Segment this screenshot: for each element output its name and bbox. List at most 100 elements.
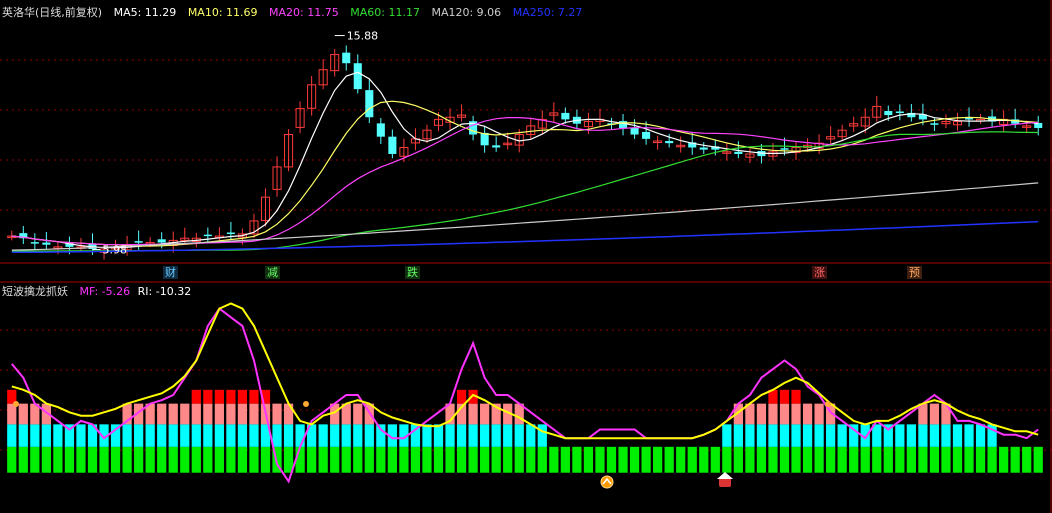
- signal-dot-icon: [825, 401, 831, 407]
- indicator-bar: [191, 446, 201, 473]
- candle-down: [561, 112, 570, 120]
- indicator-bar: [768, 424, 778, 447]
- event-tag[interactable]: 预: [907, 266, 922, 279]
- indicator-bar: [572, 446, 582, 473]
- indicator-bar: [779, 389, 790, 404]
- indicator-bar: [745, 424, 755, 447]
- stock-chart[interactable]: 15.88 5.98: [0, 0, 1052, 513]
- candle-down: [699, 147, 708, 150]
- indicator-bar: [768, 403, 778, 425]
- indicator-bar: [99, 446, 109, 473]
- indicator-bar: [480, 403, 490, 425]
- candle-down: [157, 239, 166, 243]
- indicator-bar: [353, 403, 363, 425]
- indicator-bar: [653, 446, 663, 473]
- indicator-bar: [237, 389, 248, 404]
- indicator-bar: [537, 446, 547, 473]
- ma120-label: MA120: 9.06: [431, 6, 502, 19]
- indicator-bar: [191, 403, 201, 425]
- indicator-bar: [7, 446, 17, 473]
- indicator-bar: [676, 446, 686, 473]
- ma5-label: MA5: 11.29: [113, 6, 177, 19]
- indicator-bar: [41, 424, 51, 447]
- indicator-bar: [180, 446, 190, 473]
- indicator-bar: [53, 424, 63, 447]
- indicator-bar: [468, 446, 478, 473]
- indicator-title: 短波擒龙抓妖: [2, 285, 68, 298]
- indicator-bar: [514, 424, 524, 447]
- candle-down: [342, 52, 351, 64]
- indicator-bar: [387, 446, 397, 473]
- indicator-bar: [826, 446, 836, 473]
- indicator-bar: [629, 446, 640, 473]
- candle-down: [376, 123, 385, 137]
- indicator-bar: [76, 424, 86, 447]
- indicator-bar: [353, 424, 363, 447]
- indicator-bar: [122, 424, 132, 447]
- indicator-bar: [779, 446, 790, 473]
- candle-down: [930, 123, 939, 125]
- low-label: 5.98: [103, 243, 128, 256]
- indicator-bar: [249, 424, 259, 447]
- indicator-bar: [941, 446, 951, 473]
- indicator-bar: [456, 389, 467, 404]
- indicator-bar: [1010, 446, 1020, 473]
- indicator-bar: [768, 446, 778, 473]
- ma250-line: [11, 220, 1039, 254]
- indicator-bar: [549, 446, 559, 473]
- indicator-bar: [226, 446, 236, 473]
- indicator-bar: [480, 424, 490, 447]
- indicator-bar: [491, 446, 501, 473]
- ma60-label: MA60: 11.17: [350, 6, 420, 19]
- indicator-bar: [699, 446, 709, 473]
- ma120-line: [11, 182, 1039, 251]
- indicator-bar: [341, 446, 351, 473]
- indicator-bar: [226, 389, 236, 404]
- indicator-bar: [618, 446, 628, 473]
- event-tag[interactable]: 涨: [812, 266, 827, 279]
- indicator-bar: [145, 446, 155, 473]
- indicator-bar: [526, 424, 536, 447]
- indicator-bar: [180, 424, 190, 447]
- indicator-bar: [791, 403, 801, 425]
- indicator-bar: [145, 424, 155, 447]
- indicator-bar: [272, 403, 282, 425]
- indicator-bar: [203, 403, 213, 425]
- indicator-bar: [802, 424, 813, 447]
- indicator-bar: [975, 424, 986, 447]
- indicator-bar: [191, 424, 201, 447]
- candle-down: [780, 148, 789, 150]
- indicator-bar: [722, 446, 732, 473]
- indicator-bar: [456, 424, 467, 447]
- indicator-bar: [64, 446, 75, 473]
- indicator-bar: [895, 446, 905, 473]
- indicator-bar: [468, 403, 478, 425]
- indicator-bar: [399, 446, 409, 473]
- event-tag[interactable]: 跌: [405, 266, 420, 279]
- event-tag[interactable]: 减: [265, 266, 280, 279]
- candle-down: [353, 63, 362, 90]
- indicator-bar: [964, 424, 974, 447]
- indicator-bar: [722, 424, 732, 447]
- indicator-bar: [503, 424, 513, 447]
- indicator-bar: [964, 446, 974, 473]
- candle-down: [365, 90, 374, 118]
- indicator-bar: [249, 446, 259, 473]
- event-tag[interactable]: 财: [163, 266, 178, 279]
- indicator-bar: [941, 424, 951, 447]
- ma250-label: MA250: 7.27: [512, 6, 583, 19]
- indicator-bar: [952, 446, 963, 473]
- mf-label: MF: -5.26: [79, 285, 131, 298]
- indicator-bar: [445, 424, 455, 447]
- indicator-bar: [802, 403, 813, 425]
- indicator-bar: [180, 403, 190, 425]
- indicator-bar: [814, 424, 824, 447]
- candle-down: [734, 151, 743, 154]
- indicator-bar: [895, 424, 905, 447]
- indicator-bar: [214, 446, 224, 473]
- indicator-bar: [849, 446, 859, 473]
- indicator-bar: [503, 446, 513, 473]
- ma10-label: MA10: 11.69: [187, 6, 258, 19]
- indicator-bar: [214, 403, 224, 425]
- indicator-bar: [226, 403, 236, 425]
